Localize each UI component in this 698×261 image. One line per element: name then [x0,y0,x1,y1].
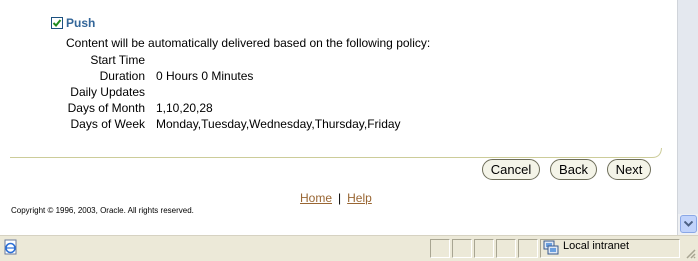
chevron-down-icon [684,221,693,227]
status-cell [430,239,450,258]
link-separator: | [338,191,342,205]
push-option: Push [51,16,95,30]
policy-label: Days of Month [67,101,145,115]
local-intranet-icon [543,240,559,255]
status-cell [474,239,494,258]
status-cell [452,239,472,258]
scrollbar-track[interactable] [678,0,698,214]
push-checkbox[interactable] [51,17,63,29]
back-button[interactable]: Back [550,159,597,180]
ie-page-icon [4,239,17,255]
footer-links: Home | Help [300,191,372,205]
home-link[interactable]: Home [300,191,332,205]
next-button[interactable]: Next [607,159,651,180]
push-label: Push [66,16,96,30]
policy-value: 0 Hours 0 Minutes [156,69,254,83]
page-content: Push Content will be automatically deliv… [0,0,677,235]
policy-value: 1,10,20,28 [156,101,213,115]
status-cell [518,239,538,258]
status-cell [496,239,516,258]
vertical-scrollbar[interactable] [677,0,698,235]
policy-label: Daily Updates [70,85,145,99]
scroll-down-button[interactable] [680,215,697,233]
content-divider [10,148,662,158]
policy-label: Duration [99,69,145,83]
help-link[interactable]: Help [347,191,372,205]
push-description: Content will be automatically delivered … [66,36,431,50]
zone-label: Local intranet [563,240,630,252]
copyright-text: Copyright © 1996, 2003, Oracle. All righ… [11,206,194,215]
policy-label: Start Time [90,53,145,67]
policy-label: Days of Week [70,117,145,131]
resize-grip-icon[interactable] [684,247,696,259]
cancel-button[interactable]: Cancel [482,159,540,180]
checkmark-icon [52,19,62,27]
policy-value: Monday,Tuesday,Wednesday,Thursday,Friday [156,117,401,131]
